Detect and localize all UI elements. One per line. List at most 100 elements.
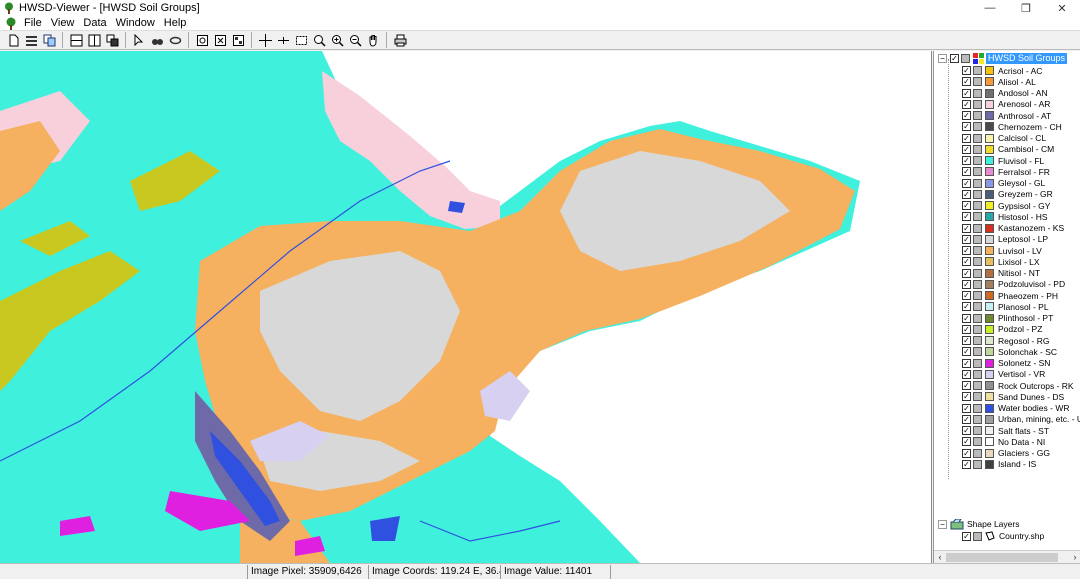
legend-item[interactable]: ✓ Acrisol - AC bbox=[962, 65, 1080, 76]
legend-item-checkbox[interactable]: ✓ bbox=[962, 234, 971, 244]
shape-layers-node[interactable]: − Shape Layers bbox=[938, 518, 1019, 530]
legend-item[interactable]: ✓ Glaciers - GG bbox=[962, 448, 1080, 459]
legend-item[interactable]: ✓ Phaeozem - PH bbox=[962, 290, 1080, 301]
legend-item-checkbox[interactable]: ✓ bbox=[962, 358, 971, 368]
shape-layer-item[interactable]: ✓ Country.shp bbox=[962, 530, 1044, 542]
legend-tree-panel[interactable]: − ✓ HWSD Soil Groups ✓ Acrisol - AC ✓ Aliso… bbox=[933, 51, 1080, 563]
legend-item-checkbox[interactable]: ✓ bbox=[962, 381, 971, 391]
root-checkbox[interactable]: ✓ bbox=[950, 53, 959, 63]
legend-item-checkbox[interactable]: ✓ bbox=[962, 257, 971, 267]
legend-item-checkbox[interactable]: ✓ bbox=[962, 178, 971, 188]
legend-item-checkbox[interactable]: ✓ bbox=[962, 291, 971, 301]
legend-item[interactable]: ✓ Sand Dunes - DS bbox=[962, 391, 1080, 402]
collapse-toggle[interactable]: − bbox=[938, 53, 947, 63]
legend-root-node[interactable]: − ✓ HWSD Soil Groups bbox=[938, 52, 1068, 64]
tree-menu-icon[interactable] bbox=[4, 17, 18, 30]
legend-item[interactable]: ✓ Solonetz - SN bbox=[962, 358, 1080, 369]
zoom-layer-button[interactable] bbox=[212, 32, 228, 48]
select-button[interactable] bbox=[131, 32, 147, 48]
legend-item[interactable]: ✓ Rock Outcrops - RK bbox=[962, 380, 1080, 391]
collapse-toggle[interactable]: − bbox=[938, 519, 947, 529]
legend-item-checkbox[interactable]: ✓ bbox=[962, 279, 971, 289]
link-button[interactable] bbox=[167, 32, 183, 48]
zoom-window-button[interactable] bbox=[311, 32, 327, 48]
legend-item[interactable]: ✓ No Data - NI bbox=[962, 436, 1080, 447]
legend-item[interactable]: ✓ Vertisol - VR bbox=[962, 369, 1080, 380]
zoom-in-button[interactable] bbox=[329, 32, 345, 48]
legend-item[interactable]: ✓ Fluvisol - FL bbox=[962, 155, 1080, 166]
legend-item-checkbox[interactable]: ✓ bbox=[962, 302, 971, 312]
legend-item-checkbox[interactable]: ✓ bbox=[962, 133, 971, 143]
menu-window[interactable]: Window bbox=[114, 17, 162, 29]
legend-item[interactable]: ✓ Podzol - PZ bbox=[962, 324, 1080, 335]
legend-item-checkbox[interactable]: ✓ bbox=[962, 313, 971, 323]
legend-item[interactable]: ✓ Planosol - PL bbox=[962, 301, 1080, 312]
soil-map-view[interactable] bbox=[0, 51, 932, 563]
legend-item-checkbox[interactable]: ✓ bbox=[962, 448, 971, 458]
legend-item-checkbox[interactable]: ✓ bbox=[962, 223, 971, 233]
legend-item[interactable]: ✓ Greyzem - GR bbox=[962, 189, 1080, 200]
legend-item[interactable]: ✓ Chernozem - CH bbox=[962, 121, 1080, 132]
zoom-box-button[interactable] bbox=[293, 32, 309, 48]
cascade-button[interactable] bbox=[104, 32, 120, 48]
scroll-thumb[interactable] bbox=[946, 553, 1058, 562]
legend-item[interactable]: ✓ Plinthosol - PT bbox=[962, 313, 1080, 324]
legend-item-checkbox[interactable]: ✓ bbox=[962, 88, 971, 98]
legend-item[interactable]: ✓ Solonchak - SC bbox=[962, 346, 1080, 357]
menu-file[interactable]: File bbox=[22, 17, 49, 29]
zoom-out-button[interactable] bbox=[347, 32, 363, 48]
legend-item-checkbox[interactable]: ✓ bbox=[962, 122, 971, 132]
legend-item-checkbox[interactable]: ✓ bbox=[962, 459, 971, 469]
legend-item[interactable]: ✓ Regosol - RG bbox=[962, 335, 1080, 346]
legend-item[interactable]: ✓ Gleysol - GL bbox=[962, 178, 1080, 189]
legend-item[interactable]: ✓ Arenosol - AR bbox=[962, 99, 1080, 110]
horizontal-split-button[interactable] bbox=[68, 32, 84, 48]
identify-button[interactable] bbox=[149, 32, 165, 48]
legend-item[interactable]: ✓ Ferralsol - FR bbox=[962, 166, 1080, 177]
legend-item-checkbox[interactable]: ✓ bbox=[962, 77, 971, 87]
legend-item-checkbox[interactable]: ✓ bbox=[962, 414, 971, 424]
scroll-right-arrow-icon[interactable]: › bbox=[1070, 552, 1080, 562]
legend-item[interactable]: ✓ Gypsisol - GY bbox=[962, 200, 1080, 211]
legend-item-checkbox[interactable]: ✓ bbox=[962, 99, 971, 109]
legend-item-checkbox[interactable]: ✓ bbox=[962, 212, 971, 222]
pan-arrows-button[interactable] bbox=[275, 32, 291, 48]
shape-layer-checkbox[interactable]: ✓ bbox=[962, 531, 971, 541]
legend-item[interactable]: ✓ Andosol - AN bbox=[962, 88, 1080, 99]
legend-item[interactable]: ✓ Calcisol - CL bbox=[962, 133, 1080, 144]
legend-item-checkbox[interactable]: ✓ bbox=[962, 347, 971, 357]
legend-item[interactable]: ✓ Anthrosol - AT bbox=[962, 110, 1080, 121]
legend-item-checkbox[interactable]: ✓ bbox=[962, 189, 971, 199]
legend-item[interactable]: ✓ Leptosol - LP bbox=[962, 234, 1080, 245]
legend-item[interactable]: ✓ Luvisol - LV bbox=[962, 245, 1080, 256]
minimize-button[interactable]: — bbox=[972, 0, 1008, 16]
legend-item-checkbox[interactable]: ✓ bbox=[962, 268, 971, 278]
legend-item[interactable]: ✓ Kastanozem - KS bbox=[962, 223, 1080, 234]
print-button[interactable] bbox=[392, 32, 408, 48]
legend-item[interactable]: ✓ Lixisol - LX bbox=[962, 256, 1080, 267]
legend-item-checkbox[interactable]: ✓ bbox=[962, 426, 971, 436]
legend-item-checkbox[interactable]: ✓ bbox=[962, 403, 971, 413]
legend-item[interactable]: ✓ Urban, mining, etc. - UR bbox=[962, 414, 1080, 425]
legend-item[interactable]: ✓ Nitisol - NT bbox=[962, 268, 1080, 279]
crosshair-button[interactable] bbox=[257, 32, 273, 48]
soil-map[interactable] bbox=[0, 51, 932, 563]
close-button[interactable]: ✕ bbox=[1044, 0, 1080, 16]
legend-item-checkbox[interactable]: ✓ bbox=[962, 336, 971, 346]
new-document-button[interactable] bbox=[5, 32, 21, 48]
menu-data[interactable]: Data bbox=[81, 17, 113, 29]
scroll-left-arrow-icon[interactable]: ‹ bbox=[935, 552, 945, 562]
legend-item-checkbox[interactable]: ✓ bbox=[962, 156, 971, 166]
legend-item[interactable]: ✓ Salt flats - ST bbox=[962, 425, 1080, 436]
menu-help[interactable]: Help bbox=[162, 17, 194, 29]
legend-item-checkbox[interactable]: ✓ bbox=[962, 201, 971, 211]
copy-button[interactable] bbox=[41, 32, 57, 48]
legend-item-checkbox[interactable]: ✓ bbox=[962, 144, 971, 154]
map-view-button[interactable] bbox=[230, 32, 246, 48]
legend-item[interactable]: ✓ Podzoluvisol - PD bbox=[962, 279, 1080, 290]
legend-item-checkbox[interactable]: ✓ bbox=[962, 111, 971, 121]
legend-item-checkbox[interactable]: ✓ bbox=[962, 324, 971, 334]
legend-item-checkbox[interactable]: ✓ bbox=[962, 437, 971, 447]
legend-item[interactable]: ✓ Island - IS bbox=[962, 459, 1080, 470]
zoom-extent-button[interactable] bbox=[194, 32, 210, 48]
